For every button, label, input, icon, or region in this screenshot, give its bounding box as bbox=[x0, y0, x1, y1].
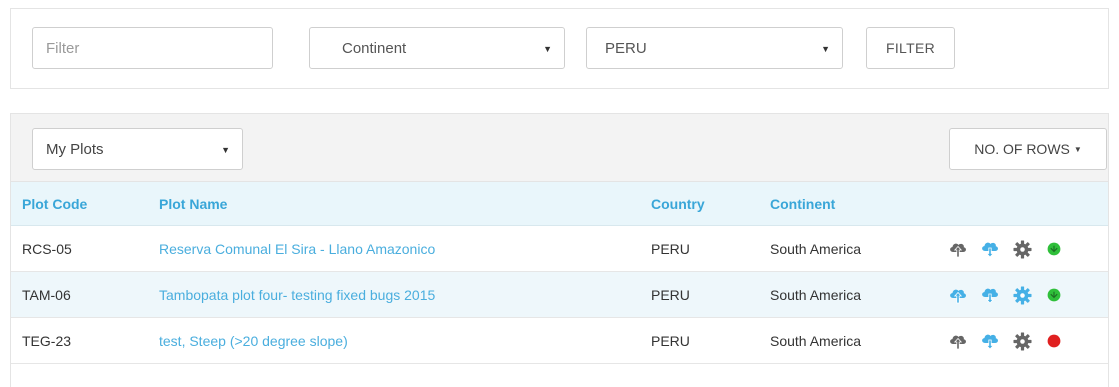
caret-down-icon: ▼ bbox=[1073, 144, 1082, 154]
continent-cell: South America bbox=[770, 287, 862, 303]
continent-cell: South America bbox=[770, 333, 862, 349]
status-dot-icon bbox=[1043, 284, 1065, 306]
myplots-select[interactable]: My Plots ▼ bbox=[32, 128, 243, 170]
continent-select[interactable]: Continent ▼ bbox=[309, 27, 565, 69]
gear-icon[interactable] bbox=[1011, 284, 1033, 306]
country-select[interactable]: PERU ▼ bbox=[586, 27, 843, 69]
caret-down-icon: ▼ bbox=[543, 44, 552, 54]
row-actions bbox=[947, 330, 1075, 352]
upload-icon[interactable] bbox=[947, 284, 969, 306]
status-dot-icon bbox=[1043, 330, 1065, 352]
filter-panel: Continent ▼ PERU ▼ FILTER bbox=[10, 8, 1109, 89]
plot-name-link[interactable]: test, Steep (>20 degree slope) bbox=[159, 333, 348, 349]
upload-icon[interactable] bbox=[947, 330, 969, 352]
country-cell: PERU bbox=[651, 287, 690, 303]
continent-select-value: Continent bbox=[342, 39, 407, 57]
header-plot-name[interactable]: Plot Name bbox=[159, 196, 227, 212]
gear-icon[interactable] bbox=[1011, 330, 1033, 352]
header-continent[interactable]: Continent bbox=[770, 196, 835, 212]
country-cell: PERU bbox=[651, 241, 690, 257]
caret-down-icon: ▼ bbox=[821, 44, 830, 54]
row-actions bbox=[947, 238, 1075, 260]
caret-down-icon: ▼ bbox=[221, 145, 230, 155]
table-row: RCS-05 Reserva Comunal El Sira - Llano Am… bbox=[11, 226, 1108, 272]
upload-icon[interactable] bbox=[947, 238, 969, 260]
plot-name-link[interactable]: Reserva Comunal El Sira - Llano Amazonic… bbox=[159, 241, 435, 257]
cloud-download-icon[interactable] bbox=[979, 238, 1001, 260]
country-select-value: PERU bbox=[605, 39, 647, 57]
gear-icon[interactable] bbox=[1011, 238, 1033, 260]
table-row: TEG-23 test, Steep (>20 degree slope) PERU… bbox=[11, 318, 1108, 364]
plots-panel: My Plots ▼ NO. OF ROWS ▼ Plot Code Plot … bbox=[10, 113, 1109, 387]
no-of-rows-label: NO. OF ROWS bbox=[974, 141, 1070, 157]
plots-toolbar: My Plots ▼ NO. OF ROWS ▼ bbox=[11, 114, 1108, 182]
header-country[interactable]: Country bbox=[651, 196, 705, 212]
cloud-download-icon[interactable] bbox=[979, 330, 1001, 352]
continent-cell: South America bbox=[770, 241, 862, 257]
row-actions bbox=[947, 284, 1075, 306]
plot-code-cell: RCS-05 bbox=[22, 241, 72, 257]
table-row: TAM-06 Tambopata plot four- testing fixed… bbox=[11, 272, 1108, 318]
plot-code-cell: TAM-06 bbox=[22, 287, 71, 303]
filter-button[interactable]: FILTER bbox=[866, 27, 955, 69]
no-of-rows-button[interactable]: NO. OF ROWS ▼ bbox=[949, 128, 1107, 170]
status-dot-icon bbox=[1043, 238, 1065, 260]
country-cell: PERU bbox=[651, 333, 690, 349]
header-plot-code[interactable]: Plot Code bbox=[22, 196, 87, 212]
plot-name-link[interactable]: Tambopata plot four- testing fixed bugs … bbox=[159, 287, 435, 303]
plot-code-cell: TEG-23 bbox=[22, 333, 72, 349]
table-header: Plot Code Plot Name Country Continent bbox=[11, 182, 1108, 226]
filter-input[interactable] bbox=[32, 27, 273, 69]
myplots-select-value: My Plots bbox=[46, 140, 104, 158]
cloud-download-icon[interactable] bbox=[979, 284, 1001, 306]
